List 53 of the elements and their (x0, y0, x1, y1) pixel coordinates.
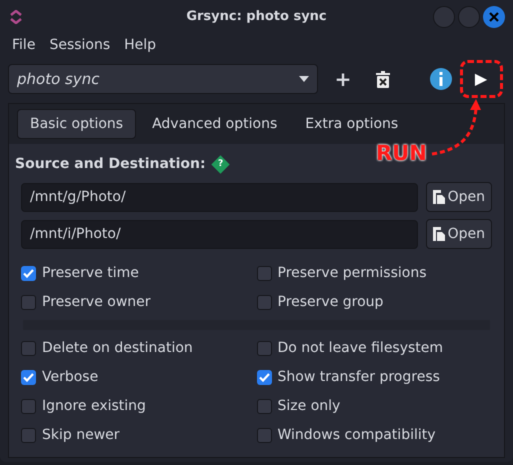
checkbox[interactable] (21, 294, 36, 310)
path-field[interactable]: /mnt/g/Photo/ (21, 182, 418, 212)
checkbox[interactable] (256, 370, 272, 384)
checkbox-label: Ignore existing (42, 396, 146, 416)
checkbox[interactable] (21, 398, 36, 414)
window-title: Grsync: photo sync (185, 8, 328, 26)
close-button[interactable] (483, 6, 505, 28)
annotation-label: RUN (376, 143, 427, 164)
checkbox-label: Skip newer (42, 426, 120, 444)
run-button[interactable]: ▶ (468, 64, 494, 94)
folder-icon (432, 190, 445, 204)
checkbox-label: Delete on destination (42, 338, 193, 358)
section-label: Source and Destination: (15, 154, 206, 174)
annotation-outline (460, 60, 503, 98)
checkbox-label: Preserve owner (42, 292, 151, 312)
checkbox-label: Show transfer progress (278, 368, 440, 386)
checkbox[interactable] (21, 266, 36, 280)
dropdown-caret-icon (299, 76, 309, 82)
checkbox[interactable] (21, 370, 36, 384)
menu-item[interactable]: File (6, 35, 42, 56)
tab[interactable]: Basic options (17, 109, 136, 139)
checkbox[interactable] (256, 340, 272, 356)
app-icon (8, 10, 24, 24)
help-icon[interactable]: ? (210, 154, 230, 174)
folder-icon (432, 227, 445, 241)
open-button[interactable]: Open (426, 182, 492, 212)
checkbox-label: Do not leave filesystem (278, 338, 444, 358)
checkbox[interactable] (256, 398, 272, 414)
minimize-button[interactable] (433, 6, 455, 28)
close-icon (489, 12, 499, 22)
checkbox[interactable] (256, 294, 272, 310)
checkbox-label: Verbose (42, 368, 98, 386)
tab[interactable]: Advanced options (140, 109, 290, 139)
info-button[interactable] (430, 68, 452, 90)
path-field[interactable]: /mnt/i/Photo/ (21, 220, 418, 248)
checkbox-label: Preserve permissions (278, 264, 427, 282)
checkbox-label: Preserve time (42, 264, 139, 282)
checkbox[interactable] (256, 266, 272, 280)
checkbox-label: Windows compatibility (278, 426, 436, 444)
checkbox-label: Size only (278, 396, 340, 416)
trash-icon (376, 70, 390, 88)
checkbox[interactable] (256, 428, 272, 442)
session-combo[interactable]: photo sync (8, 64, 318, 94)
open-button[interactable]: Open (426, 219, 492, 249)
checkbox-label: Preserve group (278, 292, 384, 312)
session-value: photo sync (17, 68, 100, 90)
menu-item[interactable]: Help (118, 35, 162, 56)
info-icon (438, 72, 444, 86)
checkbox[interactable] (21, 428, 36, 442)
tab[interactable]: Extra options (293, 109, 410, 139)
menu-item[interactable]: Sessions (43, 35, 116, 56)
add-button[interactable]: + (330, 64, 356, 94)
checkbox[interactable] (21, 340, 36, 356)
